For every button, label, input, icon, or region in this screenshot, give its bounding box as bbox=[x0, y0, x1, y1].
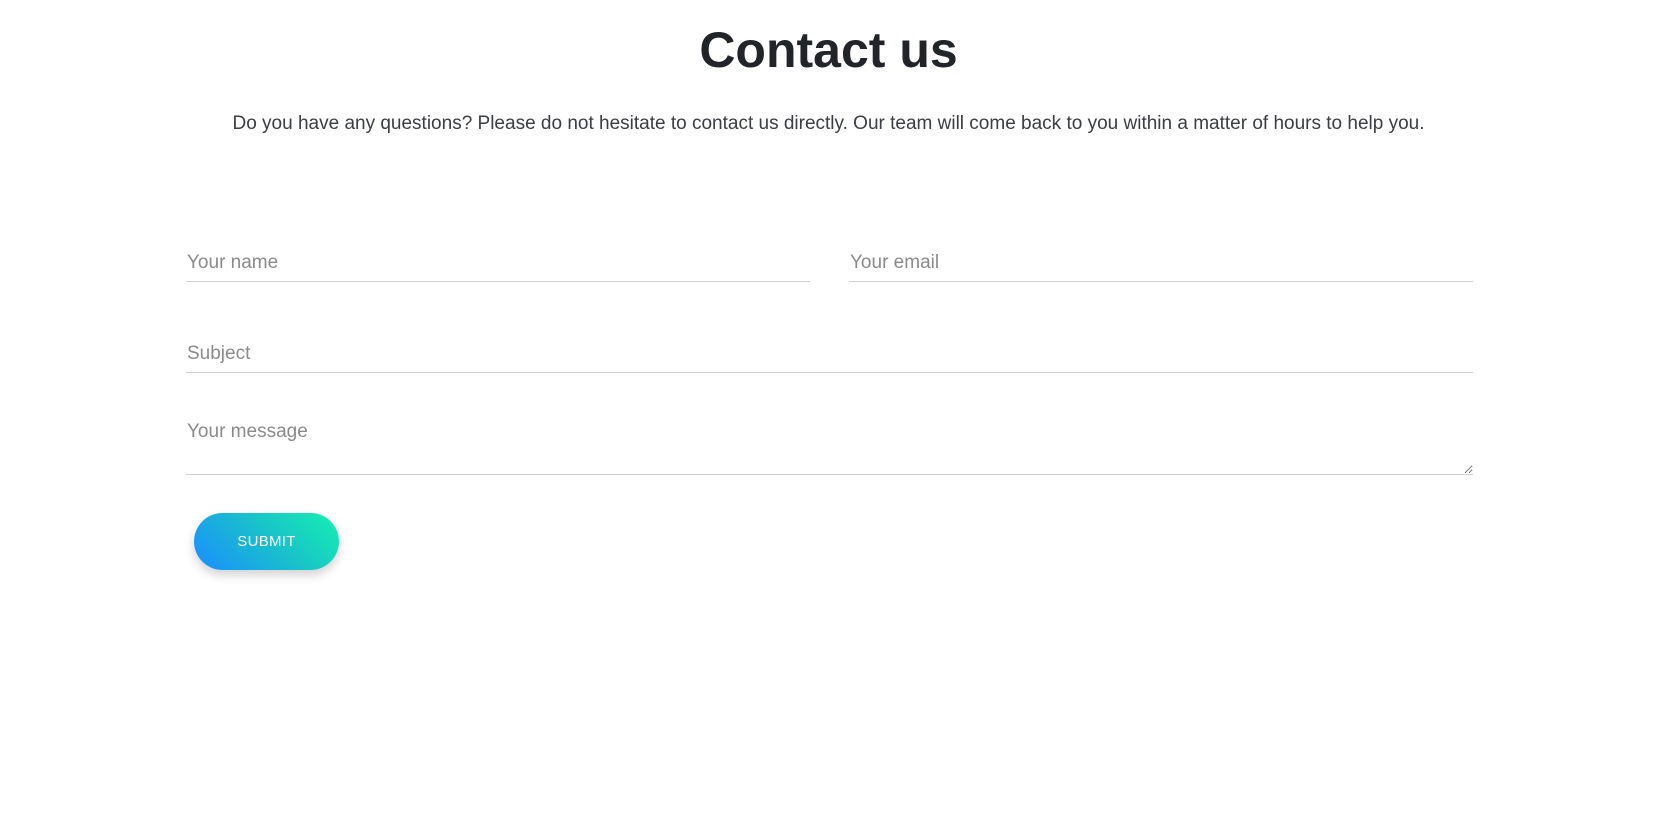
submit-button[interactable]: SUBMIT bbox=[194, 513, 339, 570]
message-textarea[interactable] bbox=[186, 416, 1473, 475]
name-input[interactable] bbox=[186, 244, 810, 282]
contact-page: Contact us Do you have any questions? Pl… bbox=[0, 0, 1657, 824]
email-input[interactable] bbox=[849, 244, 1473, 282]
subject-input[interactable] bbox=[186, 335, 1473, 373]
page-intro: Do you have any questions? Please do not… bbox=[232, 113, 1425, 134]
page-title: Contact us bbox=[699, 22, 958, 78]
